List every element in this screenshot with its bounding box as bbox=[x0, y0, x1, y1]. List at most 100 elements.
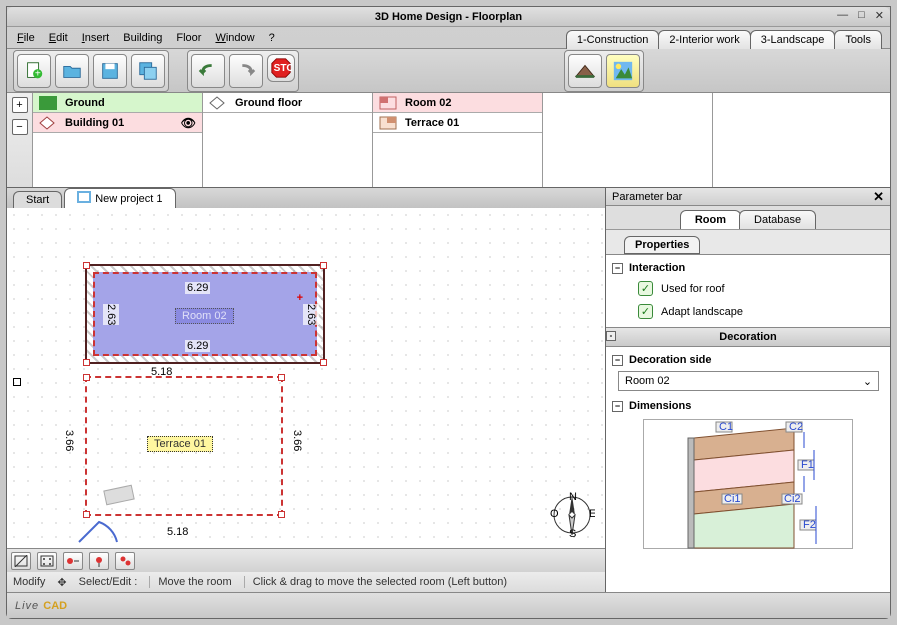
tab-construction[interactable]: 1-Construction bbox=[566, 30, 660, 49]
tab-interior[interactable]: 2-Interior work bbox=[658, 30, 750, 49]
tab-landscape[interactable]: 3-Landscape bbox=[750, 30, 836, 49]
floorplan-canvas[interactable]: Room 02 + 6.29 6.29 2.63 2.63 5.18 Terra… bbox=[7, 208, 605, 548]
hierarchy-col-2: Ground floor bbox=[203, 93, 373, 187]
room-icon bbox=[379, 96, 397, 110]
landscape-tool-button[interactable] bbox=[606, 54, 640, 88]
diamond-icon bbox=[39, 116, 57, 130]
origin-cross-icon: + bbox=[297, 292, 303, 304]
left-pane: Start New project 1 Room 02 + bbox=[7, 188, 606, 592]
svg-text:O: O bbox=[550, 508, 559, 520]
parambar-title: Parameter bar bbox=[612, 191, 682, 203]
chevron-down-icon: ⌄ bbox=[863, 375, 872, 388]
collapse-icon[interactable]: − bbox=[612, 263, 623, 274]
hierarchy-col-4 bbox=[543, 93, 713, 187]
collapse-icon[interactable]: − bbox=[612, 401, 623, 412]
open-button[interactable] bbox=[55, 54, 89, 88]
tab-room[interactable]: Room bbox=[680, 210, 741, 229]
check-used-for-roof[interactable]: ✓ Used for roof bbox=[612, 277, 884, 300]
tab-database[interactable]: Database bbox=[739, 210, 816, 229]
parambar-close-button[interactable]: ✕ bbox=[873, 189, 884, 205]
status-modify: Modify bbox=[13, 576, 45, 588]
handle-ne[interactable] bbox=[278, 374, 285, 381]
menu-edit[interactable]: Edit bbox=[49, 32, 68, 44]
menu-building[interactable]: Building bbox=[123, 32, 162, 44]
project-icon bbox=[77, 191, 91, 206]
handle-se[interactable] bbox=[320, 359, 327, 366]
tab-start[interactable]: Start bbox=[13, 191, 62, 208]
dim-left-h: 2.63 bbox=[103, 304, 119, 325]
workspace-tabs: Start New project 1 bbox=[7, 188, 605, 208]
decoration-side-select[interactable]: Room 02 ⌄ bbox=[618, 371, 879, 391]
visibility-icon[interactable]: 👁 bbox=[181, 116, 196, 130]
mode-tabs: 1-Construction 2-Interior work 3-Landsca… bbox=[567, 30, 882, 49]
tool-5[interactable] bbox=[115, 552, 135, 570]
handle-se[interactable] bbox=[278, 511, 285, 518]
svg-text:N: N bbox=[569, 492, 577, 503]
dimensions-diagram: C1 C2 F1 Ci1 Ci2 F2 bbox=[643, 419, 853, 549]
dim-terrace-lh: 3.66 bbox=[61, 430, 77, 451]
handle-sw[interactable] bbox=[83, 359, 90, 366]
hier-room[interactable]: Room 02 bbox=[373, 93, 542, 113]
titlebar: 3D Home Design - Floorplan — □ ✕ bbox=[7, 7, 890, 27]
room-label: Room 02 bbox=[175, 308, 234, 324]
tool-3[interactable] bbox=[63, 552, 83, 570]
menu-floor[interactable]: Floor bbox=[176, 32, 201, 44]
menu-file[interactable]: File bbox=[17, 32, 35, 44]
expand-button[interactable]: + bbox=[12, 97, 28, 113]
status-bar: Modify ✥ Select/Edit : Move the room Cli… bbox=[7, 572, 605, 592]
undo-button[interactable] bbox=[191, 54, 225, 88]
group-interaction[interactable]: − Interaction bbox=[612, 259, 884, 277]
tool-2[interactable] bbox=[37, 552, 57, 570]
collapse-mini-icon[interactable]: - bbox=[606, 331, 616, 341]
handle-nw[interactable] bbox=[83, 262, 90, 269]
status-hint: Click & drag to move the selected room (… bbox=[244, 576, 507, 588]
minimize-button[interactable]: — bbox=[837, 9, 848, 22]
menu-window[interactable]: Window bbox=[215, 32, 254, 44]
close-button[interactable]: ✕ bbox=[875, 9, 884, 22]
group-decoration-side[interactable]: − Decoration side bbox=[612, 351, 884, 369]
checkbox-icon[interactable]: ✓ bbox=[638, 304, 653, 319]
group-decoration[interactable]: - Decoration bbox=[606, 327, 890, 347]
tab-project[interactable]: New project 1 bbox=[64, 188, 175, 208]
app-window: 3D Home Design - Floorplan — □ ✕ File Ed… bbox=[6, 6, 891, 619]
tool-1[interactable] bbox=[11, 552, 31, 570]
compass-icon: NSOE bbox=[549, 492, 595, 538]
checkbox-icon[interactable]: ✓ bbox=[638, 281, 653, 296]
dim-terrace-bw: 5.18 bbox=[165, 526, 190, 538]
redo-button[interactable] bbox=[229, 54, 263, 88]
new-doc-button[interactable]: + bbox=[17, 54, 51, 88]
hier-terrace[interactable]: Terrace 01 bbox=[373, 113, 542, 133]
menubar: File Edit Insert Building Floor Window ?… bbox=[7, 27, 890, 49]
logo: Live CAD bbox=[15, 600, 67, 612]
hier-ground[interactable]: Ground bbox=[33, 93, 202, 113]
dim-right-h: 2.63 bbox=[303, 304, 319, 325]
hier-building[interactable]: Building 01 👁 bbox=[33, 113, 202, 133]
origin-marker bbox=[13, 378, 21, 386]
collapse-button[interactable]: − bbox=[12, 119, 28, 135]
menu-insert[interactable]: Insert bbox=[82, 32, 110, 44]
footer: Live CAD bbox=[7, 592, 890, 618]
dim-bot-w: 6.29 bbox=[185, 340, 210, 352]
svg-text:+: + bbox=[35, 68, 41, 79]
handle-ne[interactable] bbox=[320, 262, 327, 269]
terrace-outline[interactable]: Terrace 01 bbox=[85, 376, 283, 516]
hier-groundfloor[interactable]: Ground floor bbox=[203, 93, 372, 113]
group-dimensions[interactable]: − Dimensions bbox=[612, 397, 884, 415]
stop-button[interactable]: STOP bbox=[267, 54, 295, 82]
main-area: Start New project 1 Room 02 + bbox=[7, 188, 890, 592]
tool-4[interactable] bbox=[89, 552, 109, 570]
roof-tool-button[interactable] bbox=[568, 54, 602, 88]
maximize-button[interactable]: □ bbox=[858, 9, 865, 22]
status-select: Select/Edit : bbox=[79, 576, 138, 588]
parambar-titlebar: Parameter bar ✕ bbox=[606, 188, 890, 206]
check-adapt-landscape[interactable]: ✓ Adapt landscape bbox=[612, 300, 884, 323]
save-as-button[interactable] bbox=[131, 54, 165, 88]
landscape-tool-group bbox=[564, 50, 644, 92]
subtab-properties[interactable]: Properties bbox=[624, 236, 700, 254]
svg-text:S: S bbox=[569, 528, 576, 538]
handle-nw[interactable] bbox=[83, 374, 90, 381]
collapse-icon[interactable]: − bbox=[612, 355, 623, 366]
tab-tools[interactable]: Tools bbox=[834, 30, 882, 49]
save-button[interactable] bbox=[93, 54, 127, 88]
menu-help[interactable]: ? bbox=[269, 32, 275, 44]
